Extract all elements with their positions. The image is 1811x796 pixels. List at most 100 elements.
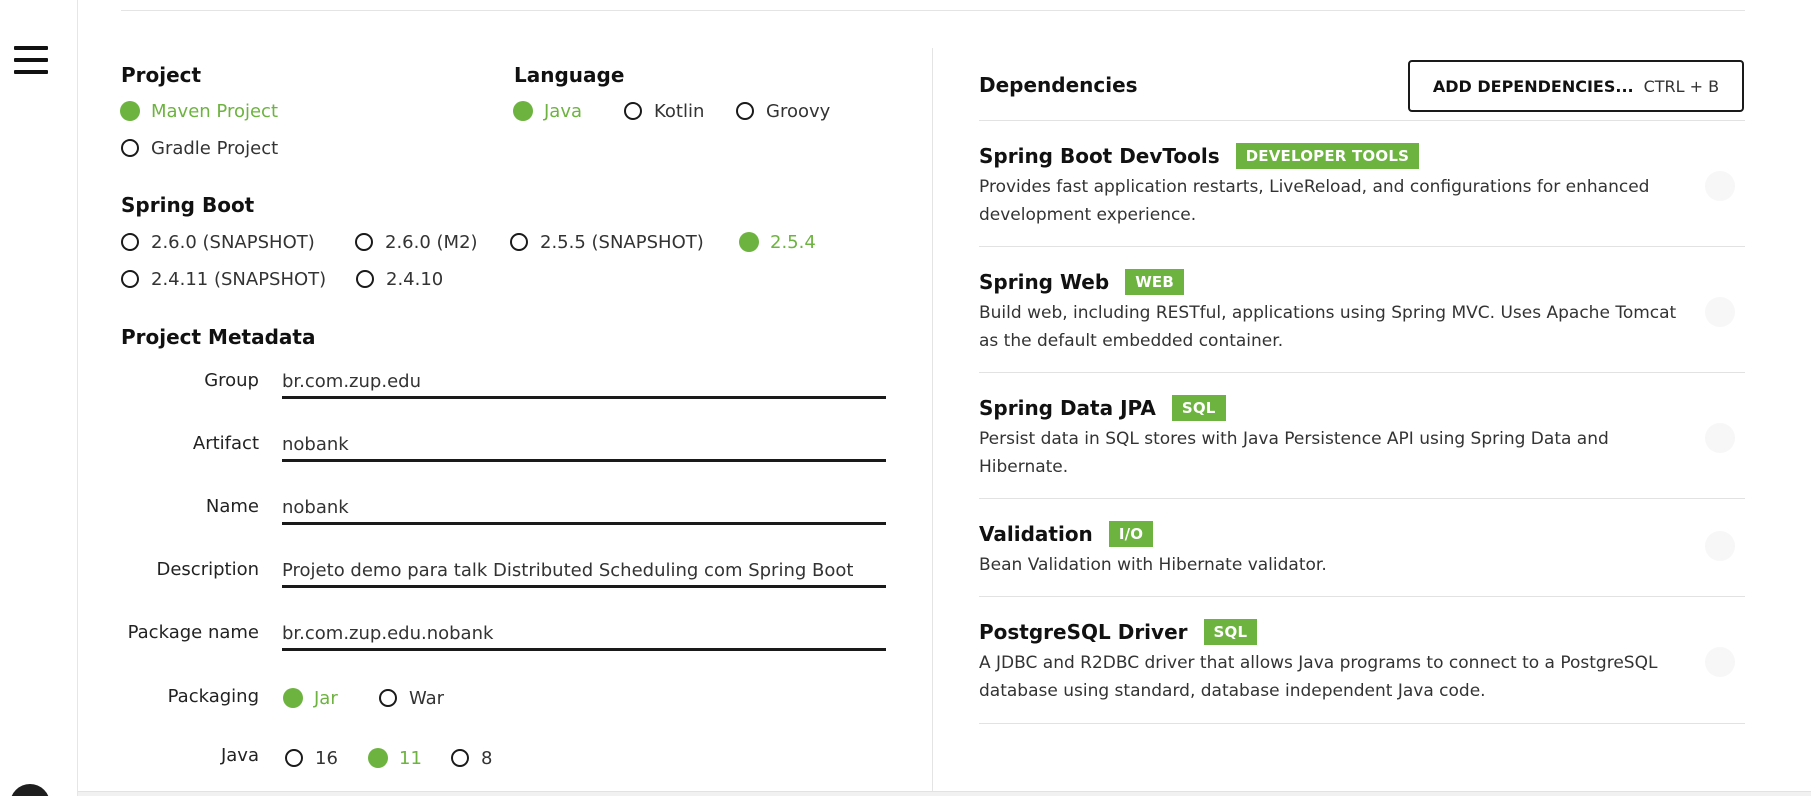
radio-unchecked-icon bbox=[624, 102, 642, 120]
radio-unchecked-icon bbox=[285, 749, 303, 767]
radio-unchecked-icon bbox=[736, 102, 754, 120]
dependency-description: Bean Validation with Hibernate validator… bbox=[979, 555, 1327, 575]
radio-label: Java bbox=[544, 100, 583, 122]
dependency-tag: DEVELOPER TOOLS bbox=[1235, 143, 1420, 169]
dependency-name: Spring Data JPA bbox=[979, 396, 1156, 420]
dependency-description: Provides fast application restarts, Live… bbox=[979, 177, 1650, 225]
side-rail bbox=[0, 0, 78, 796]
column-divider bbox=[932, 48, 933, 796]
radio-unchecked-icon bbox=[451, 749, 469, 767]
remove-dependency-icon[interactable] bbox=[1705, 171, 1735, 201]
project-title: Project bbox=[121, 63, 202, 87]
radio-java-11[interactable]: 11 bbox=[368, 746, 422, 770]
radio-boot-2-4-11-snapshot[interactable]: 2.4.11 (SNAPSHOT) bbox=[121, 267, 326, 291]
dependency-tag: WEB bbox=[1125, 269, 1185, 295]
radio-java-8[interactable]: 8 bbox=[451, 746, 492, 770]
artifact-label: Artifact bbox=[192, 433, 259, 454]
group-label: Group bbox=[204, 370, 259, 391]
radio-label: 2.5.4 bbox=[770, 231, 816, 253]
radio-unchecked-icon bbox=[121, 233, 139, 251]
package-name-label: Package name bbox=[127, 622, 259, 643]
radio-checked-icon bbox=[739, 232, 759, 252]
radio-groovy[interactable]: Groovy bbox=[736, 99, 830, 123]
package-name-input[interactable] bbox=[282, 618, 886, 651]
spring-initializr-page: Project Maven Project Gradle Project Lan… bbox=[0, 0, 1811, 796]
radio-label: Kotlin bbox=[654, 100, 705, 122]
description-label: Description bbox=[156, 559, 259, 580]
radio-label: 2.4.11 (SNAPSHOT) bbox=[151, 268, 327, 290]
add-dependencies-label: ADD DEPENDENCIES... bbox=[1432, 76, 1634, 96]
description-input[interactable] bbox=[282, 555, 886, 588]
dependency-name: PostgreSQL Driver bbox=[979, 620, 1188, 644]
dependency-name: Spring Boot DevTools bbox=[979, 144, 1220, 168]
dependency-tag: SQL bbox=[1203, 619, 1258, 645]
remove-dependency-icon[interactable] bbox=[1705, 297, 1735, 327]
radio-checked-icon bbox=[368, 748, 388, 768]
radio-unchecked-icon bbox=[355, 233, 373, 251]
radio-gradle-project[interactable]: Gradle Project bbox=[121, 136, 278, 160]
dependency-name: Spring Web bbox=[979, 270, 1110, 294]
radio-boot-2-5-5-snapshot[interactable]: 2.5.5 (SNAPSHOT) bbox=[510, 230, 704, 254]
spring-boot-title: Spring Boot bbox=[121, 193, 255, 217]
radio-boot-2-5-4[interactable]: 2.5.4 bbox=[739, 230, 816, 254]
radio-label: Gradle Project bbox=[151, 137, 279, 159]
radio-label: Jar bbox=[314, 687, 338, 709]
remove-dependency-icon[interactable] bbox=[1705, 531, 1735, 561]
radio-label: 2.6.0 (M2) bbox=[385, 231, 478, 253]
radio-maven-project[interactable]: Maven Project bbox=[120, 99, 279, 123]
dependency-description: Build web, including RESTful, applicatio… bbox=[979, 303, 1677, 351]
radio-unchecked-icon bbox=[510, 233, 528, 251]
project-metadata-title: Project Metadata bbox=[121, 325, 316, 349]
dependency-item: Validation I/O Bean Validation with Hibe… bbox=[979, 498, 1745, 597]
radio-label: 11 bbox=[399, 747, 422, 769]
radio-packaging-jar[interactable]: Jar bbox=[283, 686, 338, 710]
keyboard-shortcut: CTRL + B bbox=[1643, 76, 1720, 96]
radio-label: Groovy bbox=[766, 100, 831, 122]
radio-unchecked-icon bbox=[379, 689, 397, 707]
add-dependencies-button[interactable]: ADD DEPENDENCIES... CTRL + B bbox=[1408, 60, 1744, 112]
radio-packaging-war[interactable]: War bbox=[379, 686, 444, 710]
language-title: Language bbox=[514, 63, 625, 87]
theme-toggle-icon[interactable] bbox=[10, 784, 50, 796]
radio-boot-2-6-0-snapshot[interactable]: 2.6.0 (SNAPSHOT) bbox=[121, 230, 315, 254]
radio-kotlin[interactable]: Kotlin bbox=[624, 99, 704, 123]
dependency-tag: SQL bbox=[1171, 395, 1226, 421]
radio-label: Maven Project bbox=[151, 100, 279, 122]
radio-label: 2.6.0 (SNAPSHOT) bbox=[151, 231, 315, 253]
dependency-item: Spring Web WEB Build web, including REST… bbox=[979, 246, 1745, 373]
radio-label: 8 bbox=[481, 747, 493, 769]
radio-unchecked-icon bbox=[356, 270, 374, 288]
group-input[interactable] bbox=[282, 366, 886, 399]
dependency-name: Validation bbox=[979, 522, 1093, 546]
java-label: Java bbox=[220, 745, 259, 766]
radio-java[interactable]: Java bbox=[513, 99, 583, 123]
remove-dependency-icon[interactable] bbox=[1705, 647, 1735, 677]
radio-java-16[interactable]: 16 bbox=[285, 746, 338, 770]
dependency-item: PostgreSQL Driver SQL A JDBC and R2DBC d… bbox=[979, 596, 1745, 723]
name-label: Name bbox=[205, 496, 259, 517]
dependencies-title: Dependencies bbox=[979, 73, 1138, 97]
remove-dependency-icon[interactable] bbox=[1705, 423, 1735, 453]
artifact-input[interactable] bbox=[282, 429, 886, 462]
radio-boot-2-4-10[interactable]: 2.4.10 bbox=[356, 267, 443, 291]
radio-label: 16 bbox=[315, 747, 338, 769]
radio-label: 2.4.10 bbox=[386, 268, 444, 290]
radio-unchecked-icon bbox=[121, 139, 139, 157]
footer-bar bbox=[78, 791, 1811, 796]
menu-icon[interactable] bbox=[14, 46, 48, 74]
radio-label: 2.5.5 (SNAPSHOT) bbox=[540, 231, 704, 253]
dependencies-divider bbox=[979, 723, 1745, 724]
dependency-description: A JDBC and R2DBC driver that allows Java… bbox=[979, 653, 1658, 701]
header-divider bbox=[121, 10, 1745, 11]
radio-boot-2-6-0-m2[interactable]: 2.6.0 (M2) bbox=[355, 230, 478, 254]
radio-checked-icon bbox=[513, 101, 533, 121]
dependency-description: Persist data in SQL stores with Java Per… bbox=[979, 429, 1609, 477]
dependency-tag: I/O bbox=[1108, 521, 1154, 547]
radio-unchecked-icon bbox=[121, 270, 139, 288]
dependency-item: Spring Data JPA SQL Persist data in SQL … bbox=[979, 372, 1745, 499]
name-input[interactable] bbox=[282, 492, 886, 525]
radio-checked-icon bbox=[120, 101, 140, 121]
packaging-label: Packaging bbox=[167, 686, 259, 707]
radio-label: War bbox=[409, 687, 445, 709]
radio-checked-icon bbox=[283, 688, 303, 708]
